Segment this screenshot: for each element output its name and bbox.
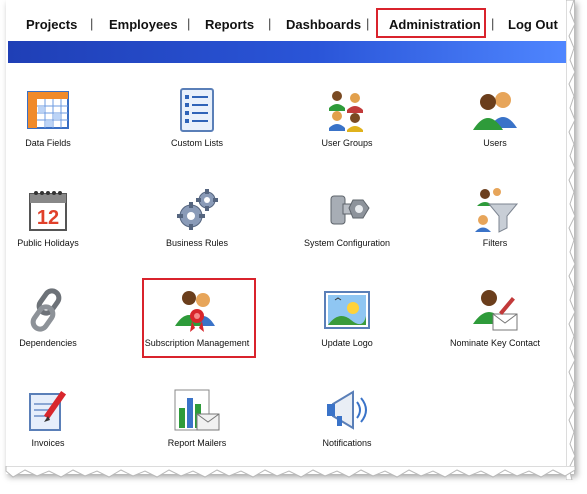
calendar-icon: 12 (29, 191, 67, 231)
nav-projects[interactable]: Projects (26, 17, 77, 32)
tile-label: Public Holidays (17, 238, 79, 248)
torn-edge-bottom (5, 466, 576, 478)
tile-update-logo[interactable]: Update Logo (272, 286, 422, 348)
tile-dependencies[interactable]: Dependencies (0, 286, 123, 348)
active-tab-highlight (376, 8, 486, 38)
tile-label: Nominate Key Contact (449, 338, 541, 348)
tile-business-rules[interactable]: Business Rules (122, 186, 272, 248)
tile-public-holidays[interactable]: 12 Public Holidays (0, 186, 123, 248)
subscription-highlight-box (142, 278, 256, 358)
nav-reports[interactable]: Reports (205, 17, 254, 32)
tile-notifications[interactable]: Notifications (272, 386, 422, 448)
chain-link-icon (30, 288, 62, 332)
nav-log-out[interactable]: Log Out (508, 17, 558, 32)
nav-separator: | (187, 16, 191, 31)
svg-text:12: 12 (37, 207, 59, 229)
nav-separator: | (90, 16, 94, 31)
funnel-users-icon (475, 188, 519, 233)
tile-system-configuration[interactable]: System Configuration (272, 186, 422, 248)
nav-separator: | (366, 16, 370, 31)
nut-bolt-icon (330, 195, 370, 225)
nav-employees[interactable]: Employees (109, 17, 178, 32)
tile-label: Report Mailers (167, 438, 227, 448)
tile-nominate-key-contact[interactable]: Nominate Key Contact (420, 286, 570, 348)
tile-label: Update Logo (321, 338, 373, 348)
tile-label: System Configuration (303, 238, 391, 248)
document-pen-icon (29, 390, 67, 431)
tile-label: Custom Lists (170, 138, 223, 148)
tile-filters[interactable]: Filters (420, 186, 570, 248)
user-envelope-icon (473, 290, 518, 331)
torn-edge-right (566, 0, 576, 480)
header-banner (8, 41, 568, 63)
tile-data-fields[interactable]: Data Fields (0, 86, 123, 148)
megaphone-icon (327, 390, 367, 430)
tile-label: Filters (482, 238, 508, 248)
tile-label: Users (483, 138, 507, 148)
gears-icon (177, 189, 218, 230)
tile-user-groups[interactable]: User Groups (272, 86, 422, 148)
chart-envelope-icon (174, 389, 220, 431)
list-document-icon (180, 88, 214, 132)
tile-label: Business Rules (165, 238, 229, 248)
landscape-picture-icon (324, 291, 370, 329)
nav-separator: | (491, 16, 495, 31)
nav-separator: | (268, 16, 272, 31)
tile-label: Invoices (31, 438, 65, 448)
tile-label: User Groups (321, 138, 373, 148)
tile-label: Data Fields (25, 138, 71, 148)
user-group-icon (329, 91, 363, 132)
nav-dashboards[interactable]: Dashboards (286, 17, 361, 32)
tile-users[interactable]: Users (420, 86, 570, 148)
users-icon (473, 92, 517, 130)
tile-label: Notifications (322, 438, 372, 448)
tile-custom-lists[interactable]: Custom Lists (122, 86, 272, 148)
table-grid-icon (27, 91, 69, 129)
tile-label: Dependencies (19, 338, 77, 348)
tile-invoices[interactable]: Invoices (0, 386, 123, 448)
tile-report-mailers[interactable]: Report Mailers (122, 386, 272, 448)
